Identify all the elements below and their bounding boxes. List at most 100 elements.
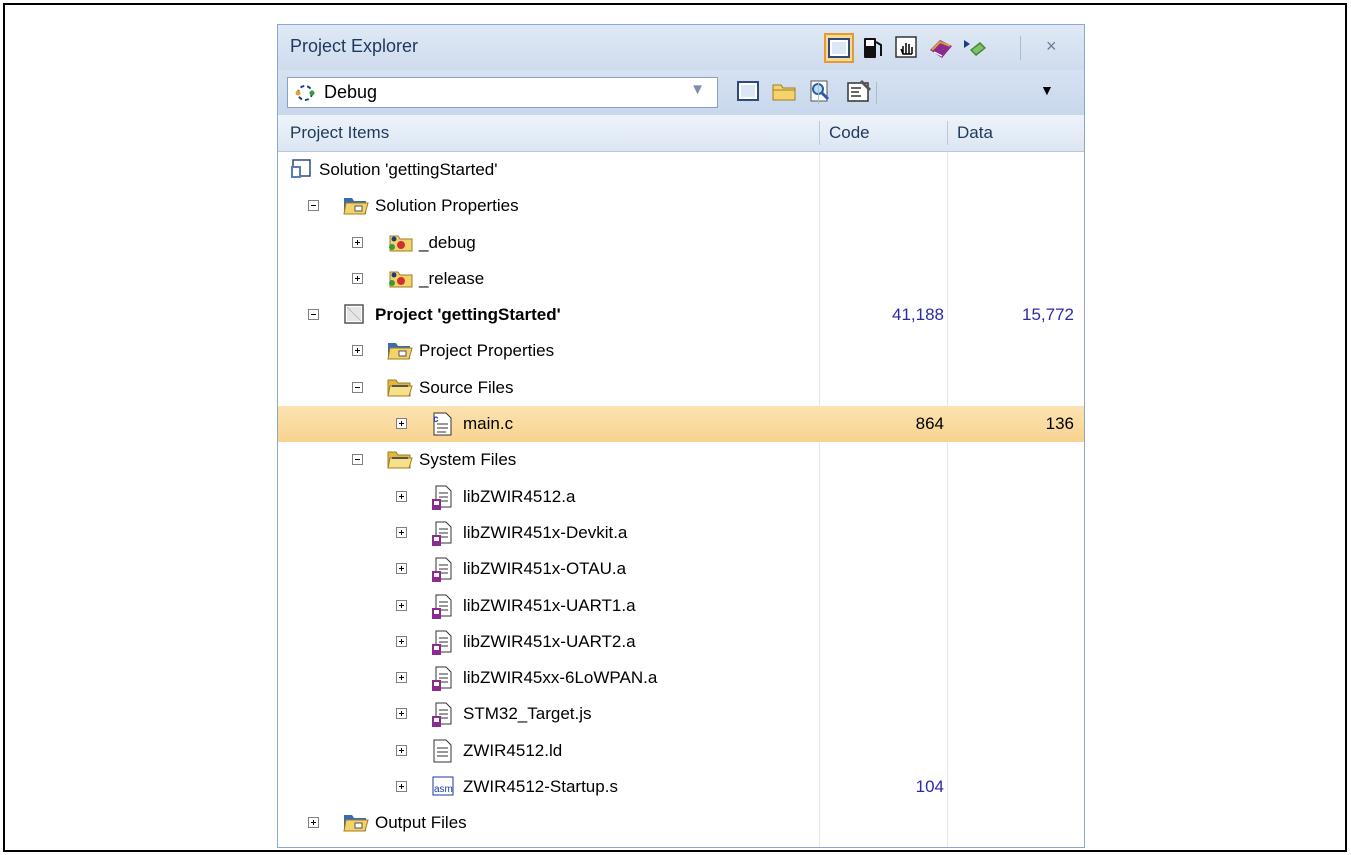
expand-icon[interactable] <box>396 781 407 793</box>
tree-item-label: ZWIR4512.ld <box>463 740 563 760</box>
tree-row[interactable]: libZWIR451x-UART1.a <box>278 588 1084 624</box>
solution-icon <box>290 158 314 182</box>
library-file-icon <box>431 594 455 619</box>
expand-icon[interactable] <box>396 563 407 575</box>
chevron-down-icon[interactable]: ▼ <box>690 81 705 98</box>
tree-item-label: libZWIR45xx-6LoWPAN.a <box>463 668 658 688</box>
configuration-dropdown[interactable]: Debug ▼ <box>287 77 718 108</box>
expand-icon[interactable] <box>396 744 407 756</box>
asm-file-icon: asm <box>431 775 455 799</box>
data-size: 15,772 <box>1022 305 1074 325</box>
column-project-items[interactable]: Project Items <box>290 123 389 143</box>
column-header: Project Items Code Data <box>278 115 1084 152</box>
close-icon[interactable]: × <box>1046 36 1057 57</box>
library-file-icon <box>431 557 455 583</box>
tree-row[interactable]: c main.c 864 136 <box>278 406 1084 443</box>
tree-row[interactable]: _release <box>278 261 1084 297</box>
project-icon <box>343 303 367 327</box>
fuel-icon[interactable] <box>858 33 888 63</box>
tree-row[interactable]: ZWIR4512.ld <box>278 733 1084 769</box>
expand-icon[interactable] <box>396 418 407 430</box>
properties-folder-icon <box>343 194 369 218</box>
tree-row[interactable]: Output Files <box>278 805 1084 841</box>
column-data[interactable]: Data <box>957 123 993 143</box>
svg-text:c: c <box>433 414 439 425</box>
tree-row[interactable]: STM32_Target.js <box>278 696 1084 732</box>
properties-icon[interactable] <box>846 79 872 108</box>
project-view-icon[interactable] <box>824 33 854 63</box>
svg-text:asm: asm <box>434 784 453 795</box>
tree-item-label: System Files <box>419 450 517 470</box>
properties-folder-icon <box>387 339 413 363</box>
tree-item-label: Output Files <box>375 813 467 833</box>
collapse-icon[interactable] <box>352 381 363 393</box>
tree-item-label: libZWIR451x-UART2.a <box>463 631 636 651</box>
expand-icon[interactable] <box>396 526 407 538</box>
expand-icon[interactable] <box>352 236 363 248</box>
collapse-icon[interactable] <box>352 454 363 466</box>
tree-item-label: Solution Properties <box>375 196 519 216</box>
tree-row[interactable]: asm ZWIR4512-Startup.s 104 <box>278 769 1084 805</box>
folder-open-icon <box>387 376 413 400</box>
expand-icon[interactable] <box>396 599 407 611</box>
tree-row[interactable]: Source Files <box>278 370 1084 406</box>
chip-icon[interactable] <box>960 33 990 63</box>
config-folder-icon <box>387 267 413 291</box>
tree-row[interactable]: libZWIR4512.a <box>278 479 1084 515</box>
tree-item-label: _release <box>419 268 485 288</box>
tree-item-label: STM32_Target.js <box>463 704 592 724</box>
column-separator[interactable] <box>947 121 948 145</box>
tree-row[interactable]: Solution Properties <box>278 188 1084 224</box>
config-folder-icon <box>387 231 413 255</box>
expand-icon[interactable] <box>308 817 319 829</box>
titlebar-toolbar <box>824 33 990 63</box>
search-file-icon[interactable] <box>808 79 834 108</box>
configuration-selected: Debug <box>324 82 378 102</box>
tree-row[interactable]: System Files <box>278 442 1084 478</box>
folder-icon[interactable] <box>772 80 796 107</box>
panel-titlebar: Project Explorer × <box>278 25 1084 70</box>
tree-item-label: _debug <box>419 232 476 252</box>
expand-icon[interactable] <box>352 345 363 357</box>
book-icon[interactable] <box>926 33 956 63</box>
library-file-icon <box>431 485 455 510</box>
hand-icon[interactable] <box>892 33 922 63</box>
tree-item-label: libZWIR451x-OTAU.a <box>463 559 627 579</box>
expand-icon[interactable] <box>396 672 407 684</box>
expand-icon[interactable] <box>396 635 407 647</box>
panel-toolbar: Debug ▼ ▼ <box>278 70 1084 115</box>
tree-item-label: Source Files <box>419 377 514 397</box>
new-project-icon[interactable] <box>736 80 760 107</box>
tree-row[interactable]: _debug <box>278 225 1084 261</box>
expand-icon[interactable] <box>396 490 407 502</box>
tree-row[interactable]: libZWIR451x-UART2.a <box>278 624 1084 660</box>
project-tree: Solution 'gettingStarted' Solution Proper… <box>278 152 1084 842</box>
tree-item-label: Project 'gettingStarted' <box>375 305 561 325</box>
library-file-icon <box>431 702 455 728</box>
expand-icon[interactable] <box>352 272 363 284</box>
tree-row[interactable]: Project 'gettingStarted' 41,188 15,772 <box>278 297 1084 333</box>
code-size: 41,188 <box>892 305 944 325</box>
expand-icon[interactable] <box>396 708 407 720</box>
toolbar-separator <box>876 82 877 104</box>
text-file-icon <box>431 739 455 763</box>
tree-row[interactable]: libZWIR45xx-6LoWPAN.a <box>278 660 1084 696</box>
collapse-icon[interactable] <box>308 200 319 212</box>
tree-item-label: main.c <box>463 414 514 434</box>
column-code[interactable]: Code <box>829 123 870 143</box>
tree-row[interactable]: libZWIR451x-Devkit.a <box>278 515 1084 551</box>
panel-title: Project Explorer <box>290 36 419 56</box>
library-file-icon <box>431 521 455 546</box>
tree-item-label: libZWIR451x-UART1.a <box>463 595 636 615</box>
tree-row[interactable]: Project Properties <box>278 333 1084 369</box>
panel-toolbar-icons <box>736 79 872 108</box>
collapse-icon[interactable] <box>308 309 319 321</box>
tree-item-label: Project Properties <box>419 341 555 361</box>
column-separator[interactable] <box>819 121 820 145</box>
folder-open-icon <box>387 448 413 472</box>
config-cycle-icon <box>294 83 316 108</box>
toolbar-overflow-icon[interactable]: ▼ <box>1040 82 1054 98</box>
properties-folder-icon <box>343 811 369 835</box>
tree-row[interactable]: libZWIR451x-OTAU.a <box>278 551 1084 587</box>
tree-row[interactable]: Solution 'gettingStarted' <box>278 152 1084 188</box>
